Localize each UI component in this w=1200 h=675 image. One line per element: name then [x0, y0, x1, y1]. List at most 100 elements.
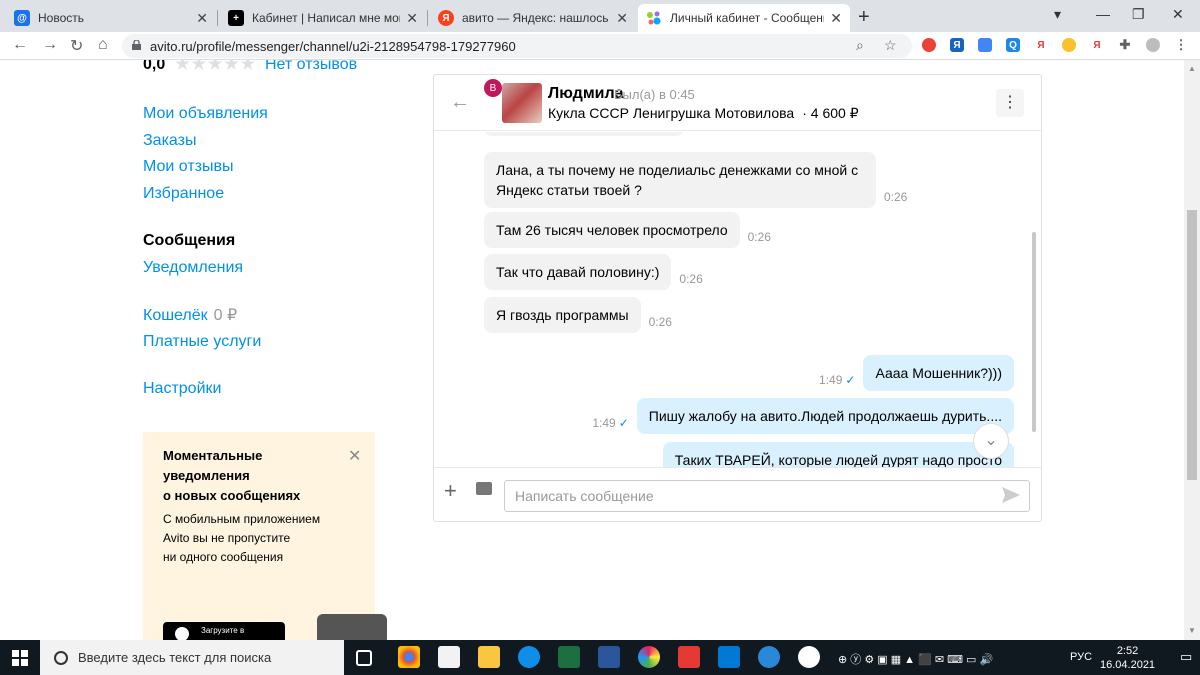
extension-colorful-icon[interactable] [1062, 38, 1076, 52]
app-store-button[interactable]: Загрузите в [163, 622, 285, 640]
rating-value: 0,0 [143, 60, 166, 73]
tab-zen-cabinet[interactable]: + Кабинет | Написал мне мошенн ✕ [220, 4, 426, 32]
extension-ya-icon[interactable]: Я [950, 38, 964, 52]
tray-icons[interactable]: ⊕ ⓨ ⚙ ▣ ▦ ▲ ⬛ ✉ ⌨ ▭ 🔊 [838, 651, 993, 667]
tab-avito-messages[interactable]: Личный кабинет - Сообщения ✕ [638, 4, 850, 32]
google-play-button[interactable] [317, 614, 387, 640]
taskbar-search-box[interactable]: Введите здесь текст для поиска [40, 640, 344, 675]
language-indicator[interactable]: РУС [1070, 651, 1092, 663]
zoom-icon[interactable]: ⌕ [856, 37, 864, 54]
store-taskbar-icon[interactable] [438, 646, 460, 668]
yandex-browser-taskbar-icon[interactable] [798, 646, 820, 668]
mail-taskbar-icon[interactable] [718, 646, 740, 668]
avito-page: 0,0 ★★★★★ Нет отзывов Мои объявления Заказ… [0, 60, 1184, 640]
extension-yandex-icon[interactable]: Я [1034, 38, 1048, 52]
sidebar-item-settings[interactable]: Настройки [143, 380, 221, 398]
system-clock[interactable]: 2:52 16.04.2021 [1100, 644, 1155, 672]
chrome-taskbar-icon[interactable] [398, 646, 420, 668]
avatar-badge: В [484, 79, 502, 97]
close-tab-icon[interactable]: ✕ [830, 10, 842, 27]
minimize-window-button[interactable]: — [1096, 6, 1110, 22]
yandex-taskbar-icon[interactable] [678, 646, 700, 668]
extensions-puzzle-icon[interactable]: ✚ [1118, 37, 1132, 52]
browser-menu-icon[interactable]: ⋮ [1174, 37, 1188, 52]
message-time: 0:26 [648, 315, 672, 329]
message-outgoing: 1:49 ✓ Аааа Мошенник?))) [811, 355, 1014, 391]
tab-title: Новость [38, 11, 85, 25]
message-text: Лана, а ты почему не поделиальс денежкам… [484, 152, 876, 208]
message-input[interactable] [504, 480, 1030, 512]
message-incoming: Так что давай половину:) 0:26 [484, 254, 711, 290]
restore-window-button[interactable]: ❐ [1132, 6, 1145, 23]
explorer-taskbar-icon[interactable] [478, 646, 500, 668]
sidebar-item-notifications[interactable]: Уведомления [143, 259, 243, 277]
new-tab-button[interactable]: + [858, 6, 870, 29]
sidebar-item-paid-services[interactable]: Платные услуги [143, 333, 261, 351]
promo-text-line: Avito вы не пропустите [163, 531, 291, 545]
close-icon[interactable]: ✕ [348, 446, 361, 466]
item-thumbnail[interactable] [502, 83, 542, 123]
sidebar-item-wallet[interactable]: Кошелёк 0 ₽ [143, 305, 237, 325]
camera-icon[interactable] [476, 482, 492, 495]
last-seen-status: Был(а) в 0:45 [614, 87, 695, 102]
tab-title: Личный кабинет - Сообщения [670, 11, 825, 25]
attach-plus-icon[interactable]: + [444, 478, 457, 504]
reload-icon[interactable]: ↻ [70, 36, 83, 56]
sidebar-item-my-ads[interactable]: Мои объявления [143, 105, 268, 123]
message-composer: + [434, 467, 1041, 521]
extension-search-icon[interactable]: Q [1006, 38, 1020, 52]
profile-avatar-icon[interactable] [1146, 38, 1160, 52]
page-scrollbar[interactable]: ▲ ▼ [1184, 60, 1200, 640]
forward-arrow-icon[interactable]: → [42, 36, 58, 54]
item-link[interactable]: Кукла СССР Ленигрушка Мотовилова · 4 600 … [548, 105, 859, 122]
photos-taskbar-icon[interactable] [638, 646, 660, 668]
bookmark-star-icon[interactable]: ☆ [884, 37, 897, 54]
back-arrow-icon[interactable]: ← [12, 36, 28, 54]
avito-favicon-icon [646, 10, 662, 26]
sidebar-item-favorites[interactable]: Избранное [143, 185, 224, 203]
close-tab-icon[interactable]: ✕ [406, 10, 418, 27]
tab-news[interactable]: @ Новость ✕ [6, 4, 216, 32]
chat-panel: ← В Людмила Был(а) в 0:45 Кукла СССР Лен… [433, 74, 1042, 522]
message-time: 0:26 [747, 230, 771, 244]
edge-taskbar-icon[interactable] [758, 646, 780, 668]
message-incoming: Там 26 тысяч человек просмотрело 0:26 [484, 212, 779, 248]
sidebar-item-my-reviews[interactable]: Мои отзывы [143, 158, 234, 176]
more-options-icon[interactable]: ⋮ [996, 89, 1024, 117]
chat-header: ← В Людмила Был(а) в 0:45 Кукла СССР Лен… [434, 75, 1041, 131]
item-title: Кукла СССР Ленигрушка Мотовилова [548, 105, 795, 121]
notifications-icon[interactable]: ▭ [1180, 649, 1192, 665]
scroll-up-icon[interactable]: ▲ [1188, 64, 1196, 73]
message-scrollbar[interactable] [1032, 232, 1036, 432]
chevron-down-icon[interactable]: ⌄ [973, 423, 1009, 459]
extension-yandex2-icon[interactable]: Я [1090, 38, 1104, 52]
sidebar-item-orders[interactable]: Заказы [143, 132, 196, 150]
close-tab-icon[interactable]: ✕ [616, 10, 628, 27]
close-tab-icon[interactable]: ✕ [196, 10, 208, 27]
scroll-thumb[interactable] [1187, 210, 1197, 480]
address-bar[interactable]: avito.ru/profile/messenger/channel/u2i-2… [122, 34, 912, 58]
home-icon[interactable]: ⌂ [98, 36, 108, 54]
task-view-icon[interactable] [356, 650, 372, 666]
contact-name[interactable]: Людмила [548, 85, 624, 103]
profile-rating: 0,0 ★★★★★ Нет отзывов [143, 60, 357, 74]
tab-yandex-search[interactable]: Я авито — Яндекс: нашлось 109 м ✕ [430, 4, 636, 32]
windows-start-icon[interactable] [12, 650, 28, 666]
reviews-link[interactable]: Нет отзывов [265, 60, 357, 73]
message-text: Пишу жалобу на авито.Людей продолжаешь д… [636, 398, 1014, 434]
sidebar-item-messages[interactable]: Сообщения [143, 232, 235, 250]
sidebar-item-label: Кошелёк [143, 307, 208, 324]
send-icon[interactable] [1002, 487, 1020, 503]
scroll-down-icon[interactable]: ▼ [1188, 626, 1196, 635]
message-bubble-cut [484, 132, 684, 136]
extension-puzzle-blue-icon[interactable] [978, 38, 992, 52]
windows-taskbar: Введите здесь текст для поиска ⊕ ⓨ ⚙ ▣ ▦… [0, 640, 1200, 675]
word-taskbar-icon[interactable] [598, 646, 620, 668]
back-arrow-icon[interactable]: ← [450, 91, 470, 114]
tab-search-icon[interactable]: ▾ [1054, 6, 1061, 23]
excel-taskbar-icon[interactable] [558, 646, 580, 668]
teamviewer-taskbar-icon[interactable] [518, 646, 540, 668]
close-window-button[interactable]: ✕ [1172, 6, 1184, 23]
store-label: Загрузите в [201, 626, 245, 635]
extension-target-icon[interactable] [922, 38, 936, 52]
